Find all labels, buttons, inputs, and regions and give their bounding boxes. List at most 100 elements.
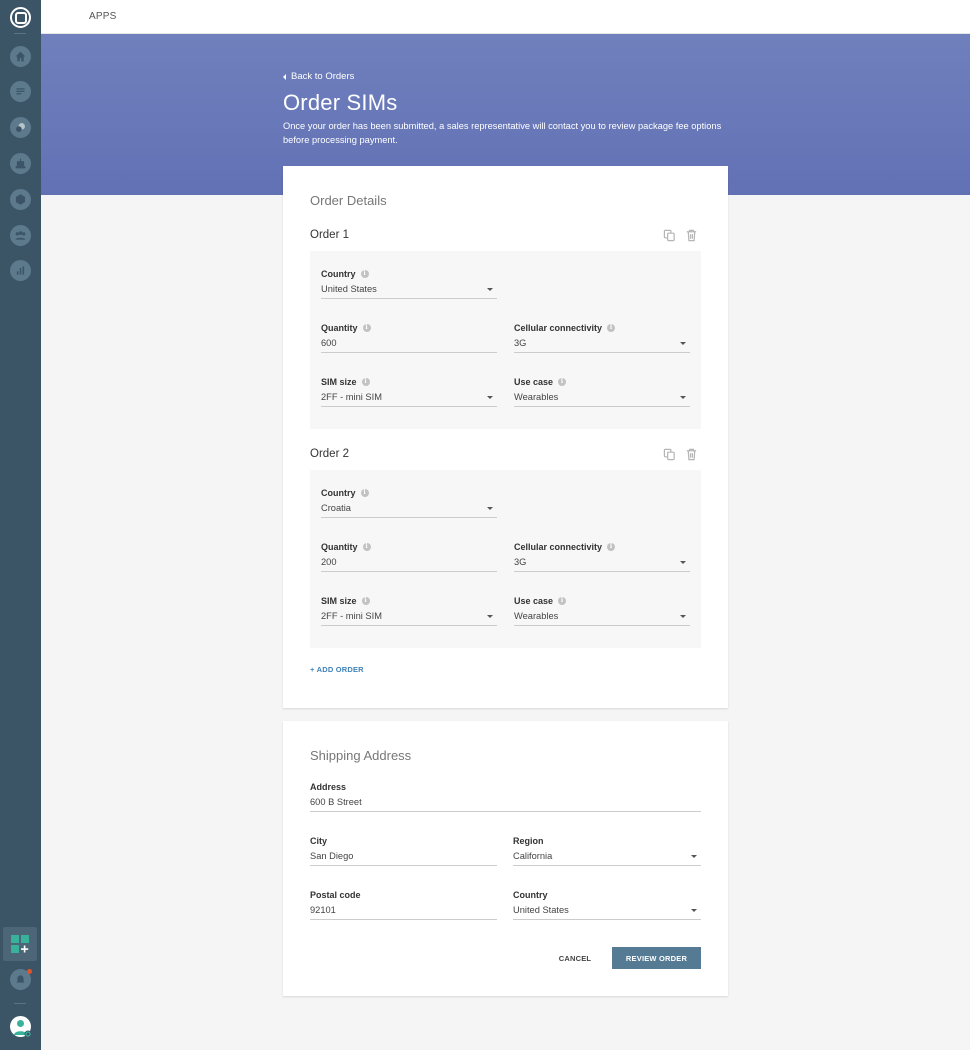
region-field: Region California (513, 835, 701, 866)
page-title: Order SIMs (283, 90, 398, 115)
bell-icon[interactable] (10, 969, 32, 990)
select-value: Croatia (321, 503, 351, 513)
section-title: Order Details (310, 193, 387, 208)
country-select[interactable]: Croatia (321, 503, 497, 518)
select-value: 2FF - mini SIM (321, 611, 382, 621)
info-icon[interactable]: i (362, 323, 371, 332)
back-to-orders-link[interactable]: Back to Orders (283, 71, 354, 82)
use-case-select[interactable]: Wearables (514, 611, 690, 626)
dropdown-arrow-icon (680, 561, 686, 564)
order-details-card: Order Details Order 1 Country i United St… (283, 166, 728, 708)
field-label: Country (513, 889, 548, 900)
page-description: Once your order has been submitted, a sa… (283, 121, 722, 145)
caret-left-icon (283, 73, 286, 80)
shipping-country-field: Country United States (513, 889, 701, 920)
address-input[interactable]: 600 B Street (310, 797, 701, 812)
users-group-icon[interactable] (10, 225, 31, 246)
info-icon[interactable]: i (558, 377, 567, 386)
use-case-select[interactable]: Wearables (514, 392, 690, 407)
country-field: Country i United States (321, 268, 497, 299)
order-title: Order 2 (310, 448, 349, 460)
input-value: 600 (321, 338, 337, 348)
dropdown-arrow-icon (487, 615, 493, 618)
duplicate-icon[interactable] (663, 448, 676, 461)
region-select[interactable]: California (513, 851, 701, 866)
user-avatar-icon[interactable] (10, 1016, 32, 1038)
field-label: Use case (514, 595, 554, 606)
select-value: Wearables (514, 611, 559, 621)
select-value: Wearables (514, 392, 559, 402)
info-icon[interactable]: i (558, 596, 567, 605)
home-icon[interactable] (10, 46, 31, 67)
sim-size-field: SIM size i 2FF - mini SIM (321, 595, 497, 626)
dropdown-arrow-icon (691, 855, 697, 858)
dropdown-arrow-icon (487, 396, 493, 399)
address-field: Address 600 B Street (310, 781, 701, 812)
connectivity-select[interactable]: 3G (514, 557, 690, 572)
robot-icon[interactable] (10, 153, 31, 174)
country-select[interactable]: United States (321, 284, 497, 299)
sidebar (0, 0, 41, 1050)
network-icon[interactable] (10, 189, 31, 210)
order-form: Country i United States Quantity i 600 Cel… (310, 251, 701, 429)
logo-icon[interactable] (10, 7, 31, 28)
section-title: Shipping Address (310, 748, 412, 763)
quantity-field: Quantity i 600 (321, 322, 497, 353)
use-case-field: Use case i Wearables (514, 376, 690, 407)
dropdown-arrow-icon (680, 396, 686, 399)
quantity-input[interactable]: 600 (321, 338, 497, 353)
field-label: Quantity (321, 322, 358, 333)
city-input[interactable]: San Diego (310, 851, 497, 866)
apps-grid-add-icon[interactable] (3, 927, 37, 961)
field-label: Cellular connectivity (514, 322, 603, 333)
dropdown-arrow-icon (680, 615, 686, 618)
city-field: City San Diego (310, 835, 497, 866)
order-form: Country i Croatia Quantity i 200 Cellular … (310, 470, 701, 648)
info-icon[interactable]: i (360, 488, 369, 497)
cancel-button[interactable]: CANCEL (546, 948, 604, 969)
input-value: 600 B Street (310, 797, 362, 807)
info-icon[interactable]: i (360, 269, 369, 278)
conversation-icon[interactable] (10, 117, 31, 138)
cellular-connectivity-field: Cellular connectivity i 3G (514, 541, 690, 572)
info-icon[interactable]: i (607, 542, 616, 551)
chat-bubble-icon[interactable] (10, 81, 31, 102)
sim-size-select[interactable]: 2FF - mini SIM (321, 611, 497, 626)
trash-icon[interactable] (685, 448, 698, 461)
field-label: Postal code (310, 889, 361, 900)
divider (14, 33, 26, 34)
quantity-input[interactable]: 200 (321, 557, 497, 572)
field-label: Region (513, 835, 544, 846)
field-label: Use case (514, 376, 554, 387)
connectivity-select[interactable]: 3G (514, 338, 690, 353)
back-link-label: Back to Orders (291, 71, 355, 82)
bar-chart-icon[interactable] (10, 260, 31, 281)
input-value: San Diego (310, 851, 354, 861)
order-actions (663, 448, 698, 461)
sim-size-field: SIM size i 2FF - mini SIM (321, 376, 497, 407)
select-value: 3G (514, 338, 527, 348)
add-order-button[interactable]: + ADD ORDER (310, 665, 364, 674)
dropdown-arrow-icon (691, 909, 697, 912)
cellular-connectivity-field: Cellular connectivity i 3G (514, 322, 690, 353)
info-icon[interactable]: i (361, 377, 370, 386)
postal-code-input[interactable]: 92101 (310, 905, 497, 920)
duplicate-icon[interactable] (663, 229, 676, 242)
trash-icon[interactable] (685, 229, 698, 242)
info-icon[interactable]: i (361, 596, 370, 605)
shipping-country-select[interactable]: United States (513, 905, 701, 920)
sim-size-select[interactable]: 2FF - mini SIM (321, 392, 497, 407)
postal-code-field: Postal code 92101 (310, 889, 497, 920)
quantity-field: Quantity i 200 (321, 541, 497, 572)
field-label: Cellular connectivity (514, 541, 603, 552)
order-actions (663, 229, 698, 242)
field-label: SIM size (321, 376, 357, 387)
dropdown-arrow-icon (487, 507, 493, 510)
dropdown-arrow-icon (680, 342, 686, 345)
apps-tab[interactable]: APPS (89, 11, 116, 22)
shipping-address-card: Shipping Address Address 600 B Street Ci… (283, 721, 728, 996)
review-order-button[interactable]: REVIEW ORDER (612, 947, 701, 969)
info-icon[interactable]: i (607, 323, 616, 332)
select-value: 2FF - mini SIM (321, 392, 382, 402)
info-icon[interactable]: i (362, 542, 371, 551)
